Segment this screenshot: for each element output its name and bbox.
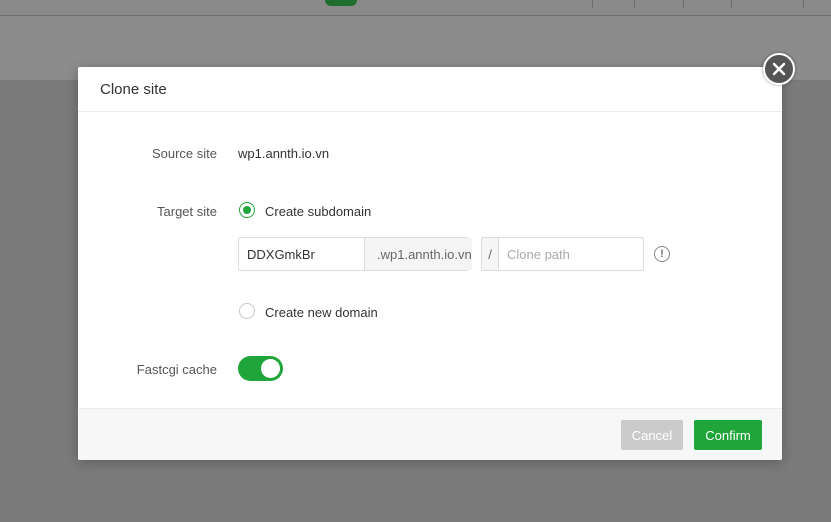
background-divider <box>683 0 684 8</box>
background-divider <box>634 0 635 8</box>
background-divider <box>592 0 593 8</box>
subdomain-input[interactable] <box>239 238 364 270</box>
dialog-header: Clone site <box>78 67 782 112</box>
dialog-title: Clone site <box>100 80 167 98</box>
clone-path-input-group: / <box>481 237 644 271</box>
toggle-knob <box>261 359 280 378</box>
target-site-label: Target site <box>157 204 217 219</box>
info-icon[interactable]: ! <box>654 246 670 262</box>
create-subdomain-radio[interactable] <box>239 202 255 218</box>
domain-suffix-addon: .wp1.annth.io.vn <box>364 238 472 270</box>
background-topbar <box>0 0 831 16</box>
cancel-button[interactable]: Cancel <box>621 420 683 450</box>
confirm-button[interactable]: Confirm <box>694 420 762 450</box>
fastcgi-cache-label: Fastcgi cache <box>136 362 217 377</box>
clone-site-dialog: Clone site Source site wp1.annth.io.vn T… <box>78 67 782 460</box>
create-subdomain-label[interactable]: Create subdomain <box>265 204 371 219</box>
create-new-domain-label[interactable]: Create new domain <box>265 305 378 320</box>
background-divider <box>803 0 804 8</box>
background-divider <box>731 0 732 8</box>
close-button[interactable] <box>763 53 795 85</box>
clone-path-input[interactable] <box>499 238 643 270</box>
source-site-label: Source site <box>151 146 217 161</box>
create-new-domain-radio[interactable] <box>239 303 255 319</box>
path-prefix-addon: / <box>482 238 499 270</box>
dialog-footer: Cancel Confirm <box>78 408 782 460</box>
source-site-value: wp1.annth.io.vn <box>238 146 330 161</box>
background-toggle <box>325 0 357 6</box>
subdomain-input-group: .wp1.annth.io.vn <box>238 237 472 271</box>
fastcgi-cache-toggle[interactable] <box>238 356 283 381</box>
close-icon <box>772 62 786 76</box>
